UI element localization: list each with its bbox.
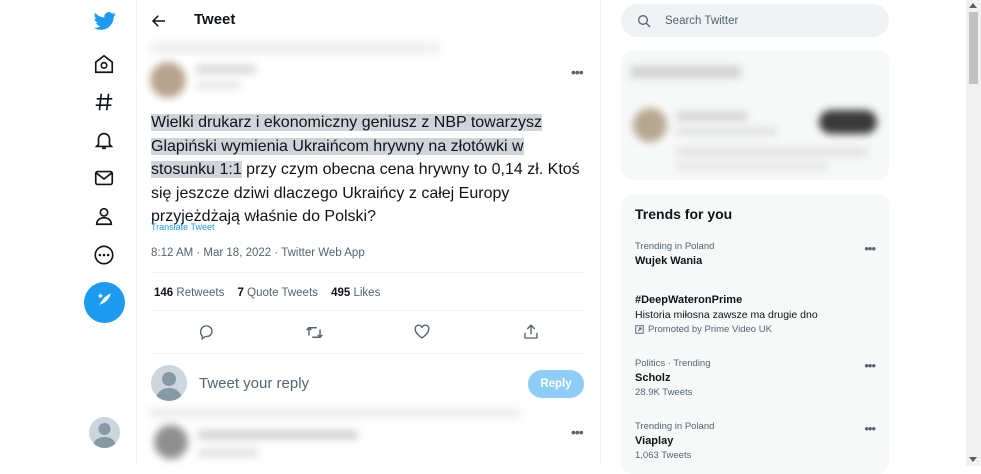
scroll-up-arrow-icon[interactable] xyxy=(969,3,977,8)
tweet-stats: 146 Retweets 7 Quote Tweets 495 Likes xyxy=(154,287,380,299)
column-divider-left xyxy=(136,0,137,466)
divider xyxy=(151,272,584,273)
retweet-icon[interactable] xyxy=(304,322,324,342)
search-icon xyxy=(638,14,651,27)
trend-context: Trending in Poland xyxy=(635,421,715,432)
reply-blur-band xyxy=(150,408,520,418)
trends-panel: Trends for you Trending in Poland Wujek … xyxy=(621,194,889,474)
trend-more-icon[interactable]: ••• xyxy=(864,421,876,436)
tweet-timestamp[interactable]: 8:12 AM · Mar 18, 2022 · Twitter Web App xyxy=(151,247,365,259)
trend-item[interactable]: Trending in Poland Wujek Wania ••• xyxy=(635,241,876,267)
header-blur-band xyxy=(150,42,440,54)
notifications-bell-icon[interactable] xyxy=(91,127,117,153)
trend-name: Viaplay xyxy=(635,435,674,447)
search-input[interactable]: Search Twitter xyxy=(665,15,738,27)
trend-context: Politics · Trending xyxy=(635,358,711,369)
profile-icon[interactable] xyxy=(91,203,117,229)
explore-hashtag-icon[interactable] xyxy=(91,89,117,115)
twitter-bird-icon[interactable] xyxy=(92,8,118,34)
trend-more-icon[interactable]: ••• xyxy=(864,241,876,256)
home-icon[interactable] xyxy=(91,51,117,77)
quote-tweets-stat[interactable]: 7 Quote Tweets xyxy=(238,287,318,299)
compose-tweet-icon xyxy=(95,290,115,315)
panel-bio-obscured xyxy=(677,148,867,156)
likes-stat[interactable]: 495 Likes xyxy=(331,287,380,299)
share-icon[interactable] xyxy=(521,322,541,342)
panel-name-obscured xyxy=(677,112,747,121)
trend-tweet-count: 28.9K Tweets xyxy=(635,387,693,398)
tweet-text: Wielki drukarz i ekonomiczny geniusz z N… xyxy=(151,111,591,229)
translate-tweet-link[interactable]: Translate Tweet xyxy=(151,222,215,232)
reply-input[interactable]: Tweet your reply xyxy=(199,375,309,392)
retweets-stat[interactable]: 146 Retweets xyxy=(154,287,224,299)
author-avatar[interactable] xyxy=(150,62,186,98)
reply-avatar xyxy=(151,365,187,401)
page-title: Tweet xyxy=(194,11,236,28)
trend-name: #DeepWateronPrime xyxy=(635,294,743,306)
author-name-obscured xyxy=(196,65,256,74)
reply-more-icon[interactable]: ••• xyxy=(571,424,584,440)
relevant-people-panel xyxy=(621,50,889,180)
panel-title-obscured xyxy=(631,66,741,78)
reply-icon[interactable] xyxy=(196,322,216,342)
back-arrow-icon[interactable] xyxy=(150,12,168,30)
trend-context: Trending in Poland xyxy=(635,241,715,252)
trend-more-icon[interactable]: ••• xyxy=(864,358,876,373)
promoted-icon xyxy=(635,325,644,334)
more-circle-icon[interactable] xyxy=(91,242,117,268)
panel-handle-obscured xyxy=(677,128,777,135)
scrollbar-thumb[interactable] xyxy=(969,12,978,84)
divider xyxy=(151,310,584,311)
reply-author-avatar[interactable] xyxy=(154,425,188,459)
divider xyxy=(151,353,584,354)
like-icon[interactable] xyxy=(412,322,432,342)
author-handle-obscured xyxy=(196,82,240,89)
trend-promoted: Promoted by Prime Video UK xyxy=(635,324,875,335)
search-box[interactable]: Search Twitter xyxy=(621,4,889,37)
trends-title: Trends for you xyxy=(635,206,733,222)
trend-name: Scholz xyxy=(635,372,671,384)
compose-tweet-button[interactable] xyxy=(84,282,125,323)
panel-avatar[interactable] xyxy=(633,108,667,142)
messages-envelope-icon[interactable] xyxy=(91,165,117,191)
panel-follow-button[interactable] xyxy=(819,110,877,134)
reply-button[interactable]: Reply xyxy=(528,370,584,398)
tweet-more-icon[interactable]: ••• xyxy=(571,64,584,80)
trend-item[interactable]: Trending in Poland Viaplay 1,063 Tweets … xyxy=(635,421,876,461)
reply-handle-obscured xyxy=(198,449,258,457)
trend-name: Wujek Wania xyxy=(635,255,703,267)
trend-description: Historia miłosna zawsze ma drugie dno xyxy=(635,309,818,321)
trend-item[interactable]: #DeepWateronPrime Historia miłosna zawsz… xyxy=(635,291,875,335)
column-divider-right xyxy=(600,0,601,466)
account-avatar[interactable] xyxy=(89,417,120,448)
scroll-down-arrow-icon[interactable] xyxy=(969,457,977,462)
trend-tweet-count: 1,063 Tweets xyxy=(635,450,692,461)
trend-item[interactable]: Politics · Trending Scholz 28.9K Tweets … xyxy=(635,358,876,398)
reply-author-name-obscured xyxy=(198,430,358,440)
panel-bio-obscured xyxy=(677,162,827,170)
